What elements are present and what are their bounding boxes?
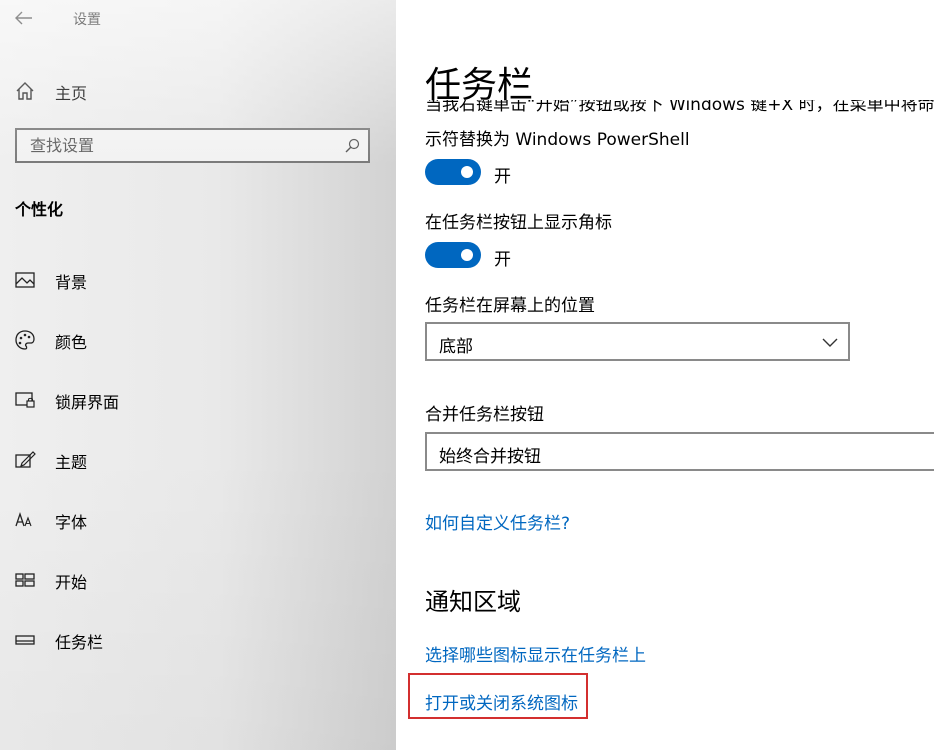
sidebar-item-label: 任务栏 [55,633,104,652]
sidebar-item-label: 主题 [55,453,88,472]
main-content: 任务栏 当我右键单击“开始”按钮或按下 Windows 键+X 时，在菜单中将命… [396,0,934,750]
sidebar-item-background[interactable]: 背景 [0,258,396,302]
notification-area-heading: 通知区域 [425,588,521,616]
position-setting-label: 任务栏在屏幕上的位置 [425,296,595,316]
combine-dropdown[interactable]: 始终合并按钮 [425,432,934,471]
sidebar: 设置 主页 个性化 背景 [0,0,396,750]
taskbar-icon [15,635,35,645]
help-link[interactable]: 如何自定义任务栏? [425,509,570,534]
nav-home-label: 主页 [55,84,88,103]
search-box [15,128,370,163]
select-taskbar-icons-link[interactable]: 选择哪些图标显示在任务栏上 [425,641,646,666]
chevron-down-icon [822,338,838,347]
sidebar-item-colors[interactable]: 颜色 [0,318,396,362]
sidebar-item-label: 字体 [55,513,88,532]
font-icon [15,511,32,527]
back-arrow-icon [15,11,32,25]
powershell-toggle[interactable] [425,159,481,185]
sidebar-item-themes[interactable]: 主题 [0,438,396,482]
app-title: 设置 [73,12,101,28]
toggle-knob [461,249,473,261]
picture-icon [15,272,35,288]
badges-toggle[interactable] [425,242,481,268]
title-bar: 设置 [0,0,396,36]
nav-home[interactable]: 主页 [0,72,396,108]
sidebar-item-lock-screen[interactable]: 锁屏界面 [0,378,396,422]
start-icon [15,573,35,587]
combine-setting-label: 合并任务栏按钮 [425,405,544,425]
position-dropdown-value: 底部 [439,337,473,357]
sidebar-item-label: 锁屏界面 [55,393,120,412]
back-button[interactable] [8,4,40,32]
theme-icon [15,451,36,468]
combine-dropdown-value: 始终合并按钮 [439,447,541,467]
powershell-setting-label: 示符替换为 Windows PowerShell [425,130,690,150]
powershell-text-clipped: 当我右键单击“开始”按钮或按下 Windows 键+X 时，在菜单中将命令提 [425,100,934,114]
sidebar-item-label: 背景 [55,273,88,292]
powershell-text-line1: 当我右键单击“开始”按钮或按下 Windows 键+X 时，在菜单中将命令提 [425,100,934,114]
section-heading: 个性化 [15,200,64,219]
search-icon[interactable] [344,138,360,154]
position-dropdown[interactable]: 底部 [425,322,850,361]
sidebar-item-taskbar[interactable]: 任务栏 [0,618,396,662]
search-input[interactable] [17,130,337,161]
sidebar-item-label: 颜色 [55,333,88,352]
lock-screen-icon [15,392,35,408]
toggle-knob [461,166,473,178]
palette-icon [15,330,35,350]
sidebar-item-label: 开始 [55,573,88,592]
sidebar-item-fonts[interactable]: 字体 [0,498,396,542]
home-icon [16,82,34,100]
system-icons-link[interactable]: 打开或关闭系统图标 [425,689,578,714]
badges-setting-label: 在任务栏按钮上显示角标 [425,213,612,233]
settings-window: 设置 主页 个性化 背景 [0,0,934,750]
badges-toggle-state: 开 [494,250,511,270]
powershell-toggle-state: 开 [494,167,511,187]
sidebar-item-start[interactable]: 开始 [0,558,396,602]
